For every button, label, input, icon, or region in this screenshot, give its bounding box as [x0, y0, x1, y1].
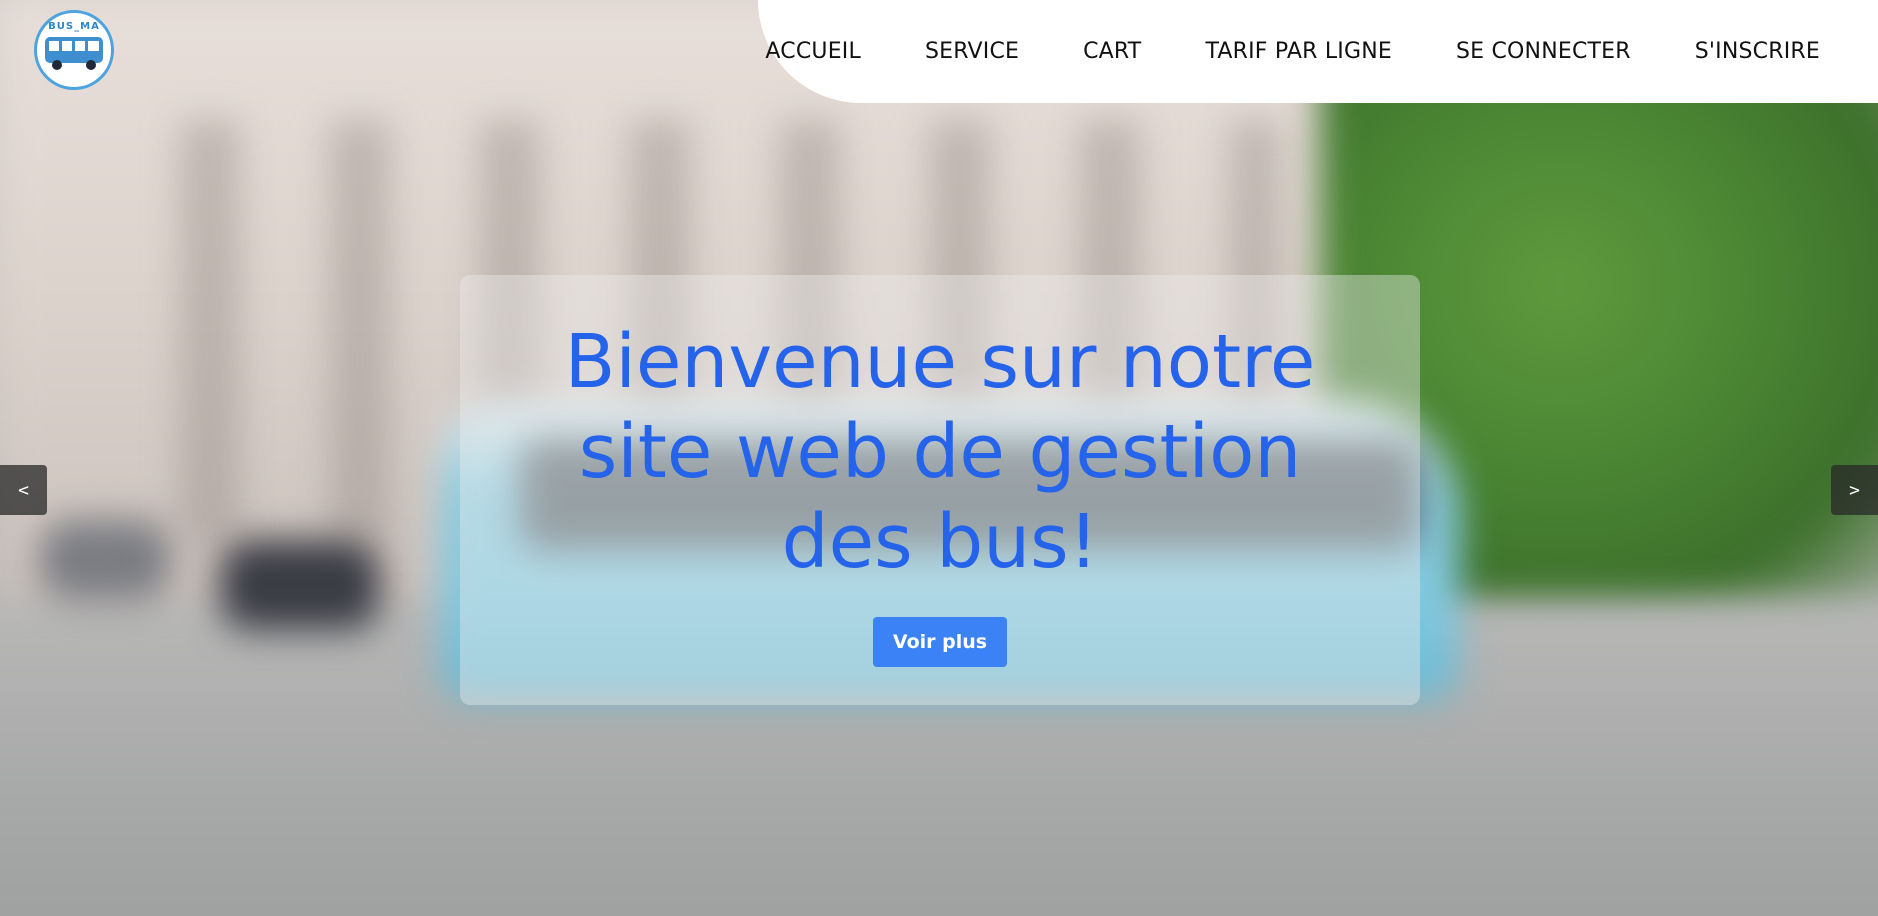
- background-car: [40, 520, 170, 600]
- main-navigation: ACCUEIL SERVICE CART TARIF PAR LIGNE SE …: [758, 0, 1878, 103]
- site-logo[interactable]: BUS_MA: [34, 10, 114, 90]
- welcome-card: Bienvenue sur notre site web de gestion …: [460, 275, 1420, 705]
- carousel-next-button[interactable]: >: [1831, 465, 1878, 515]
- nav-item-service[interactable]: SERVICE: [925, 39, 1019, 64]
- carousel-prev-button[interactable]: <: [0, 465, 47, 515]
- nav-item-se-connecter[interactable]: SE CONNECTER: [1456, 39, 1631, 64]
- bus-icon: [45, 37, 103, 70]
- hero-title: Bienvenue sur notre site web de gestion …: [564, 319, 1316, 585]
- background-car: [220, 540, 380, 630]
- nav-item-s-inscrire[interactable]: S'INSCRIRE: [1695, 39, 1820, 64]
- nav-item-cart[interactable]: CART: [1083, 39, 1141, 64]
- nav-item-tarif-par-ligne[interactable]: TARIF PAR LIGNE: [1205, 39, 1392, 64]
- voir-plus-button[interactable]: Voir plus: [872, 617, 1008, 667]
- hero-carousel: BUS_MA ACCUEIL SERVICE CART TARIF PAR LI…: [0, 0, 1878, 916]
- nav-item-accueil[interactable]: ACCUEIL: [765, 39, 861, 64]
